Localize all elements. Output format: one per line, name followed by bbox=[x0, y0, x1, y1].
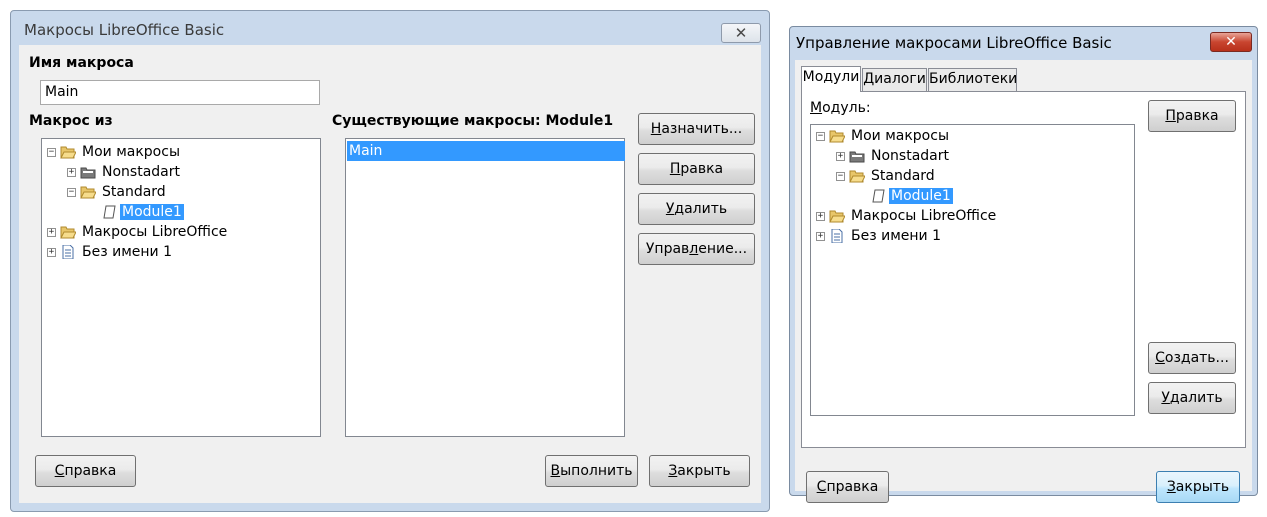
tree-item-my-macros[interactable]: Мои макросы bbox=[851, 126, 949, 146]
dialog-client-area: Модули Диалоги Библиотеки Модуль: − Мои … bbox=[795, 60, 1252, 503]
module-icon bbox=[103, 205, 116, 219]
open-folder-icon bbox=[80, 186, 96, 199]
macro-name-label: Имя макроса bbox=[29, 55, 134, 71]
tree-item-untitled[interactable]: Без имени 1 bbox=[851, 226, 941, 246]
delete-button[interactable]: Удалить bbox=[638, 193, 755, 225]
module-icon bbox=[872, 189, 885, 203]
dialog-title: Управление макросами LibreOffice Basic bbox=[796, 34, 1112, 52]
edit-button[interactable]: Правка bbox=[638, 153, 755, 185]
macro-name-input[interactable]: Main bbox=[40, 80, 320, 105]
expand-icon[interactable]: + bbox=[836, 152, 845, 161]
document-icon bbox=[62, 245, 74, 259]
library-folder-icon bbox=[849, 151, 865, 163]
tree-item-my-macros[interactable]: Мои макросы bbox=[82, 142, 180, 162]
dialog-title: Макросы LibreOffice Basic bbox=[24, 21, 225, 39]
help-button[interactable]: Справка bbox=[35, 455, 136, 487]
close-icon[interactable]: ✕ bbox=[1210, 32, 1252, 52]
close-button[interactable]: Закрыть bbox=[649, 455, 750, 487]
tree-item-untitled[interactable]: Без имени 1 bbox=[82, 242, 172, 262]
collapse-icon[interactable]: − bbox=[836, 172, 845, 181]
collapse-icon[interactable]: − bbox=[816, 132, 825, 141]
library-folder-icon bbox=[80, 167, 96, 179]
selected-module-label: Module1 bbox=[889, 188, 953, 204]
tree-item-module1[interactable]: Module1 bbox=[120, 202, 184, 222]
module-tree[interactable]: − Мои макросы + Nonstadart − Standard Mo… bbox=[810, 124, 1135, 416]
assign-button[interactable]: Назначить... bbox=[638, 113, 755, 145]
existing-macros-list[interactable]: Main bbox=[345, 138, 625, 437]
existing-macros-label: Существующие макросы: Module1 bbox=[332, 113, 614, 129]
macro-list-item[interactable]: Main bbox=[347, 141, 625, 161]
open-folder-icon bbox=[60, 146, 76, 159]
tree-item-standard[interactable]: Standard bbox=[871, 166, 935, 186]
dialog-client-area: Имя макроса Main Макрос из Существующие … bbox=[19, 45, 761, 503]
macro-from-label: Макрос из bbox=[29, 113, 113, 129]
help-button[interactable]: Справка bbox=[806, 471, 889, 503]
selected-module-label: Module1 bbox=[120, 204, 184, 220]
expand-icon[interactable]: + bbox=[816, 232, 825, 241]
folder-icon bbox=[60, 226, 76, 239]
collapse-icon[interactable]: − bbox=[67, 188, 76, 197]
expand-icon[interactable]: + bbox=[67, 168, 76, 177]
tree-item-nonstadart[interactable]: Nonstadart bbox=[102, 162, 180, 182]
expand-icon[interactable]: + bbox=[47, 228, 56, 237]
tree-item-libreoffice-macros[interactable]: Макросы LibreOffice bbox=[851, 206, 996, 226]
open-folder-icon bbox=[849, 170, 865, 183]
open-folder-icon bbox=[829, 130, 845, 143]
new-module-button[interactable]: Создать... bbox=[1148, 342, 1236, 374]
module-label: Модуль: bbox=[810, 100, 871, 116]
tree-item-module1[interactable]: Module1 bbox=[889, 186, 953, 206]
folder-icon bbox=[829, 210, 845, 223]
edit-button[interactable]: Правка bbox=[1148, 100, 1236, 132]
organize-button[interactable]: Управление... bbox=[638, 233, 755, 265]
tree-item-standard[interactable]: Standard bbox=[102, 182, 166, 202]
close-icon[interactable]: ✕ bbox=[721, 23, 761, 43]
tree-item-libreoffice-macros[interactable]: Макросы LibreOffice bbox=[82, 222, 227, 242]
tree-item-nonstadart[interactable]: Nonstadart bbox=[871, 146, 949, 166]
organizer-dialog: Управление макросами LibreOffice Basic ✕… bbox=[789, 26, 1258, 503]
run-button[interactable]: Выполнить bbox=[545, 455, 638, 487]
collapse-icon[interactable]: − bbox=[47, 148, 56, 157]
document-icon bbox=[831, 229, 843, 243]
tab-dialogs[interactable]: Диалоги bbox=[862, 68, 927, 92]
tab-modules[interactable]: Модули bbox=[801, 66, 861, 92]
library-tree[interactable]: − Мои макросы + Nonstadart − Standard Mo… bbox=[41, 138, 321, 437]
delete-module-button[interactable]: Удалить bbox=[1148, 382, 1236, 414]
close-button[interactable]: Закрыть bbox=[1156, 471, 1240, 503]
macros-dialog: Макросы LibreOffice Basic ✕ Имя макроса … bbox=[10, 10, 770, 512]
modules-tab-panel: Модуль: − Мои макросы + Nonstadart − Sta… bbox=[801, 91, 1246, 448]
tab-libraries[interactable]: Библиотеки bbox=[928, 68, 1017, 92]
expand-icon[interactable]: + bbox=[816, 212, 825, 221]
expand-icon[interactable]: + bbox=[47, 248, 56, 257]
